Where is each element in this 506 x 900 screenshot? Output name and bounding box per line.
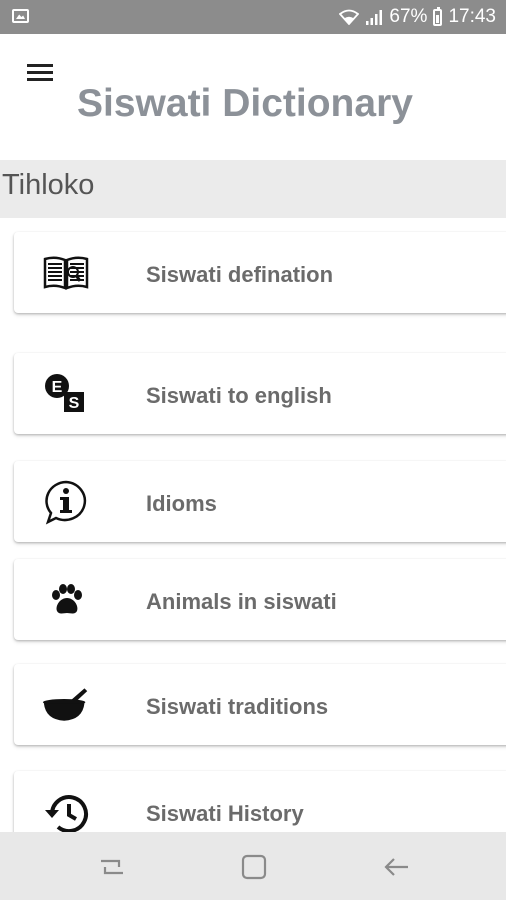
translate-letter-e: E bbox=[52, 379, 63, 396]
hamburger-menu-icon[interactable] bbox=[27, 64, 53, 84]
app-title: Siswati Dictionary bbox=[77, 82, 413, 125]
translate-letter-s: S bbox=[69, 395, 80, 412]
menu-item-label: Animals in siswati bbox=[146, 589, 337, 614]
paw-icon bbox=[42, 579, 90, 621]
back-button[interactable] bbox=[381, 852, 411, 882]
battery-percentage: 67% bbox=[389, 6, 428, 27]
signal-icon bbox=[366, 10, 383, 25]
status-right: 67% 17:43 bbox=[339, 0, 496, 34]
menu-list[interactable]: Siswati defination E S Siswati to englis… bbox=[0, 218, 506, 832]
menu-item-siswati-traditions[interactable]: Siswati traditions bbox=[14, 664, 506, 745]
section-title: Tihloko bbox=[2, 169, 95, 201]
menu-item-label: Siswati traditions bbox=[146, 694, 329, 719]
section-header: Tihloko bbox=[0, 160, 506, 218]
app-header: Siswati Dictionary bbox=[0, 34, 506, 160]
recent-apps-button[interactable] bbox=[97, 852, 127, 882]
translate-icon: E S bbox=[42, 373, 90, 415]
system-nav-bar bbox=[0, 832, 506, 900]
mortar-pestle-icon bbox=[42, 684, 90, 726]
menu-item-animals-in-siswati[interactable]: Animals in siswati bbox=[14, 559, 506, 640]
menu-item-label: Siswati History bbox=[146, 801, 304, 826]
wifi-icon bbox=[339, 9, 360, 25]
clock: 17:43 bbox=[448, 6, 496, 27]
book-icon bbox=[42, 252, 90, 294]
history-icon bbox=[42, 791, 90, 832]
gallery-notification-icon bbox=[12, 9, 29, 23]
info-bubble-icon bbox=[42, 480, 90, 525]
menu-item-siswati-history[interactable]: Siswati History bbox=[14, 771, 506, 832]
menu-item-label: Idioms bbox=[146, 491, 217, 516]
battery-icon bbox=[433, 6, 443, 26]
menu-item-label: Siswati defination bbox=[146, 262, 334, 287]
menu-item-siswati-to-english[interactable]: E S Siswati to english bbox=[14, 353, 506, 434]
menu-item-idioms[interactable]: Idioms bbox=[14, 461, 506, 542]
home-button[interactable] bbox=[239, 852, 269, 882]
status-bar: 67% 17:43 bbox=[0, 0, 506, 34]
menu-item-siswati-defination[interactable]: Siswati defination bbox=[14, 232, 506, 313]
menu-item-label: Siswati to english bbox=[146, 383, 332, 408]
